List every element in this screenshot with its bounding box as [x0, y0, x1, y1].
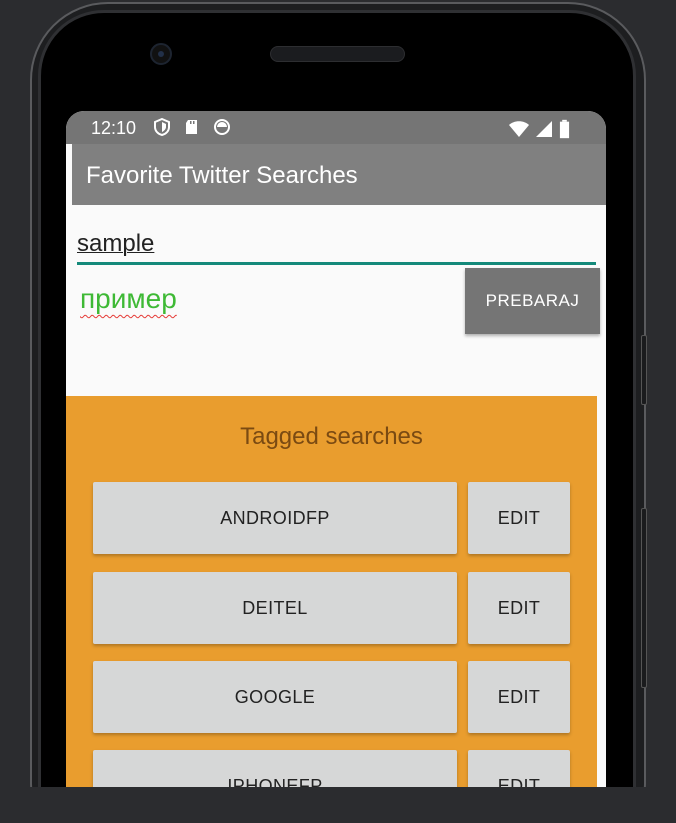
list-item: DEITEL EDIT — [93, 572, 570, 646]
status-icons-left — [153, 118, 231, 136]
app-bar: Favorite Twitter Searches — [72, 144, 606, 205]
list-item: GOOGLE EDIT — [93, 661, 570, 735]
tagged-searches-panel: Tagged searches ANDROIDFP EDIT DEITEL ED… — [66, 396, 597, 823]
search-button[interactable]: PREBARAJ — [465, 268, 600, 334]
signal-icon — [536, 121, 552, 137]
wifi-icon — [509, 121, 529, 137]
status-bar: 12:10 — [66, 111, 606, 144]
front-camera-icon — [150, 43, 172, 65]
app-screen: 12:10 Favorite Twitter Searches sample п… — [66, 111, 606, 823]
tag-button[interactable]: GOOGLE — [93, 661, 457, 733]
list-item: ANDROIDFP EDIT — [93, 482, 570, 556]
status-time: 12:10 — [91, 118, 137, 138]
page-title: Favorite Twitter Searches — [86, 162, 358, 189]
status-icons-right — [509, 119, 570, 139]
battery-icon — [559, 119, 570, 139]
edit-button[interactable]: EDIT — [468, 572, 570, 644]
tag-button[interactable]: ANDROIDFP — [93, 482, 457, 554]
tag-input[interactable]: пример — [80, 283, 177, 315]
volume-button[interactable] — [641, 508, 647, 688]
search-query-underline — [77, 262, 596, 265]
emulator-bottom-bar — [0, 787, 676, 823]
tagged-searches-title: Tagged searches — [240, 423, 423, 450]
earpiece-speaker — [270, 46, 405, 62]
shield-icon — [154, 118, 170, 136]
edit-button[interactable]: EDIT — [468, 482, 570, 554]
power-button[interactable] — [641, 335, 647, 405]
tag-button[interactable]: DEITEL — [93, 572, 457, 644]
search-query-input[interactable]: sample — [77, 230, 154, 258]
sync-icon — [214, 119, 230, 135]
edit-button[interactable]: EDIT — [468, 661, 570, 733]
sd-card-icon — [186, 120, 197, 134]
